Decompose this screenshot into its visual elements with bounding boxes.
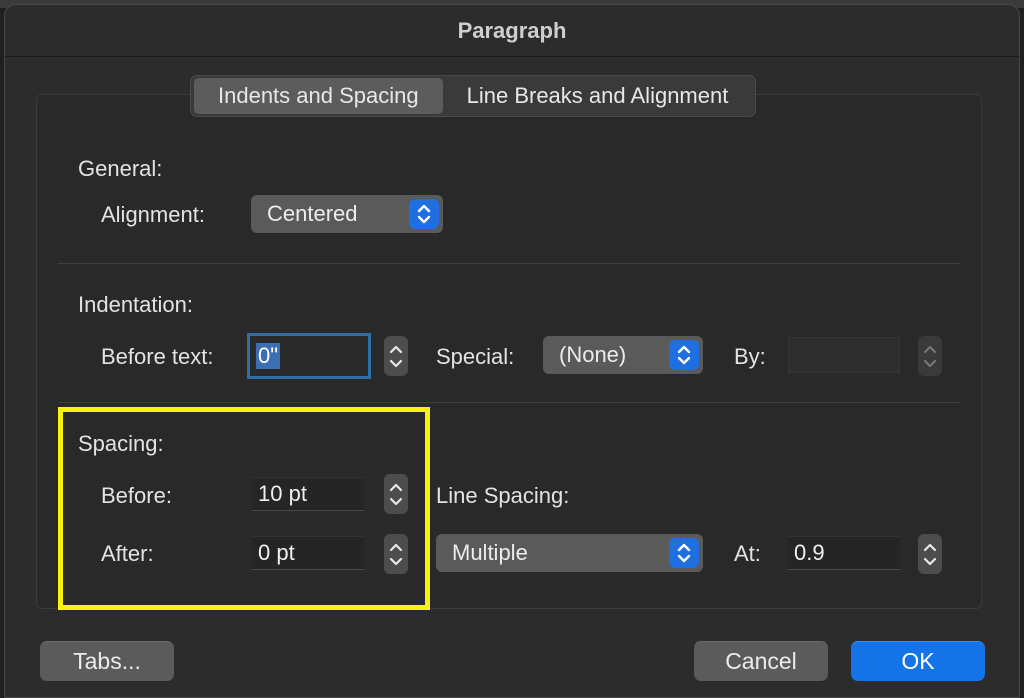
spacing-highlight-box bbox=[58, 407, 430, 610]
line-spacing-popup[interactable]: Multiple bbox=[436, 534, 703, 572]
before-text-input[interactable]: 0" bbox=[247, 333, 371, 379]
special-label: Special: bbox=[436, 344, 515, 369]
chevron-updown-icon bbox=[669, 340, 699, 370]
by-label: By: bbox=[734, 344, 766, 369]
before-text-stepper[interactable] bbox=[384, 336, 408, 376]
special-value: (None) bbox=[559, 342, 627, 367]
before-text-label: Before text: bbox=[101, 344, 214, 369]
alignment-label: Alignment: bbox=[101, 202, 205, 227]
alignment-value: Centered bbox=[267, 201, 358, 226]
by-stepper[interactable] bbox=[918, 336, 942, 376]
tab-indents-and-spacing[interactable]: Indents and Spacing bbox=[194, 78, 443, 114]
line-spacing-label: Line Spacing: bbox=[436, 483, 570, 508]
before-text-value: 0" bbox=[256, 343, 281, 369]
at-label: At: bbox=[734, 541, 761, 566]
stepper-arrows-icon bbox=[923, 345, 937, 368]
by-input[interactable] bbox=[788, 337, 900, 373]
chevron-updown-icon bbox=[669, 538, 699, 568]
tab-line-breaks-and-alignment[interactable]: Line Breaks and Alignment bbox=[443, 78, 753, 114]
indentation-heading: Indentation: bbox=[78, 292, 193, 317]
at-stepper[interactable] bbox=[918, 534, 942, 574]
stepper-arrows-icon bbox=[923, 543, 937, 566]
section-divider-2 bbox=[58, 402, 960, 403]
ok-button[interactable]: OK bbox=[851, 641, 985, 681]
line-spacing-value: Multiple bbox=[452, 540, 528, 565]
section-divider-1 bbox=[58, 263, 960, 264]
alignment-popup[interactable]: Centered bbox=[251, 195, 443, 233]
stepper-arrows-icon bbox=[389, 345, 403, 368]
at-input[interactable]: 0.9 bbox=[788, 536, 900, 570]
special-popup[interactable]: (None) bbox=[543, 336, 703, 374]
general-heading: General: bbox=[78, 156, 163, 181]
dialog-title: Paragraph bbox=[457, 17, 567, 43]
tab-bar: Indents and Spacing Line Breaks and Alig… bbox=[190, 75, 757, 117]
at-value: 0.9 bbox=[794, 540, 825, 565]
tabs-button[interactable]: Tabs... bbox=[40, 641, 174, 681]
title-bar: Paragraph bbox=[5, 5, 1019, 57]
chevron-updown-icon bbox=[409, 199, 439, 229]
cancel-button[interactable]: Cancel bbox=[694, 641, 828, 681]
